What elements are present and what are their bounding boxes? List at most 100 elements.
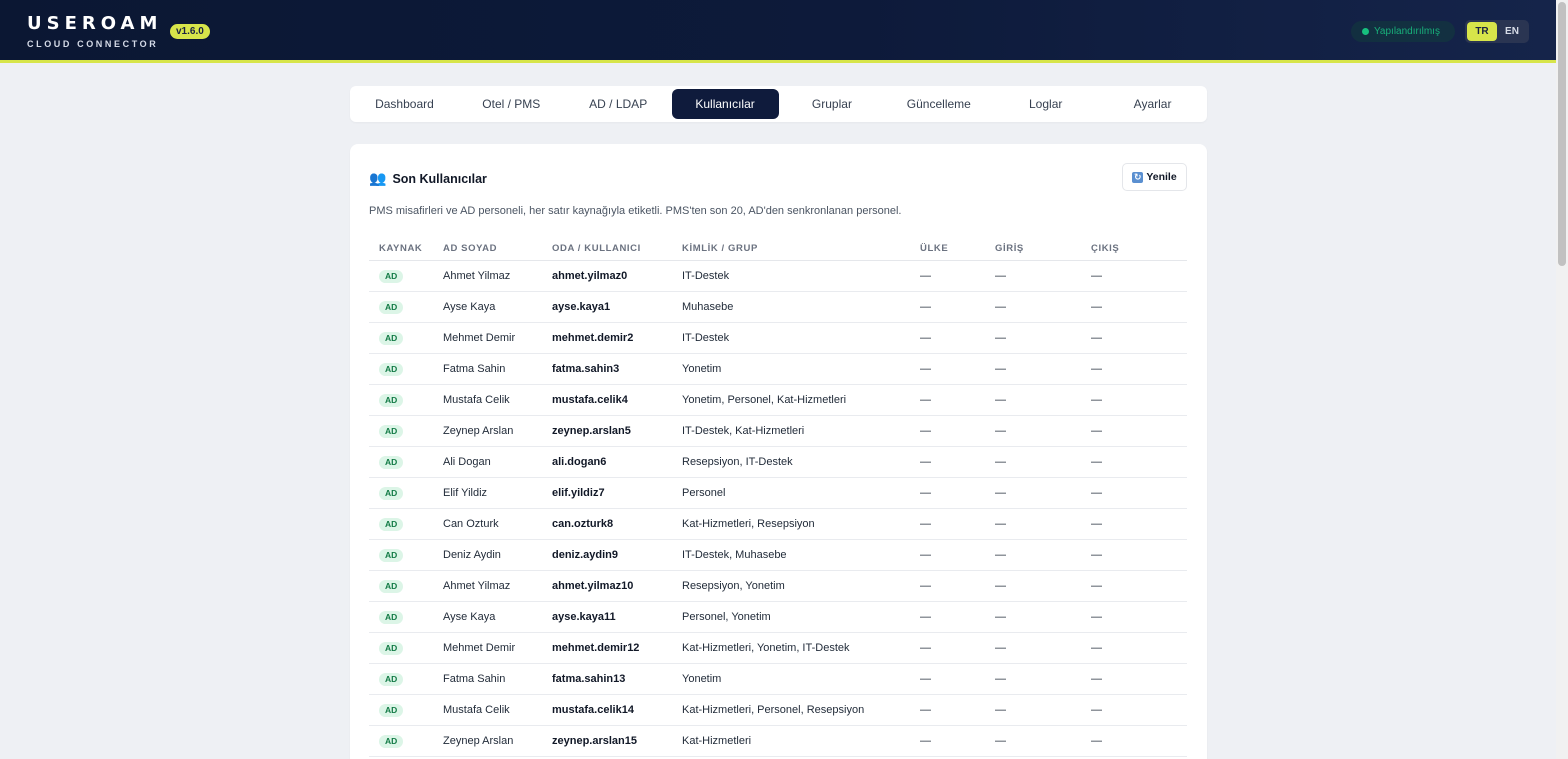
source-badge: AD bbox=[379, 672, 404, 686]
cell-oda-kullanici: mehmet.demir12 bbox=[552, 642, 640, 654]
cell-cikis: — bbox=[1091, 394, 1102, 406]
cell-oda-kullanici: ali.dogan6 bbox=[552, 456, 607, 468]
cell-cikis: — bbox=[1091, 363, 1102, 375]
tab-ad-ldap[interactable]: AD / LDAP bbox=[565, 89, 672, 119]
refresh-icon: ↻ bbox=[1132, 171, 1144, 183]
table-body: AD Ahmet Yilmaz ahmet.yilmaz0 IT-Destek — — — A… bbox=[369, 261, 1187, 757]
source-badge: AD bbox=[379, 486, 404, 500]
cell-ad-soyad: Ahmet Yilmaz bbox=[443, 270, 511, 282]
refresh-button[interactable]: ↻ Yenile bbox=[1122, 163, 1187, 191]
cell-cikis: — bbox=[1091, 270, 1102, 282]
cell-oda-kullanici: mustafa.celik4 bbox=[552, 394, 628, 406]
scrollbar-thumb[interactable] bbox=[1558, 2, 1566, 266]
cell-ulke: — bbox=[920, 487, 931, 499]
cell-kimlik-grup: Personel bbox=[682, 487, 726, 499]
table-row: AD Ahmet Yilmaz ahmet.yilmaz0 IT-Destek — — — bbox=[369, 261, 1187, 292]
main-tabs: Dashboard Otel / PMS AD / LDAP Kullanıcılar… bbox=[350, 86, 1207, 122]
cell-kaynak: AD bbox=[369, 393, 443, 407]
table-row: AD Ayse Kaya ayse.kaya11 Personel, Yonetim —… bbox=[369, 602, 1187, 633]
cell-kaynak: AD bbox=[369, 610, 443, 624]
table-row: AD Mehmet Demir mehmet.demir2 IT-Destek — — — bbox=[369, 323, 1187, 354]
cell-ad-soyad: Fatma Sahin bbox=[443, 363, 506, 375]
cell-kimlik-grup: Kat-Hizmetleri, Resepsiyon bbox=[682, 518, 815, 530]
app-logo: USEROAM CLOUD CONNECTOR bbox=[27, 13, 163, 50]
card-title: 👥 Son Kullanıcılar bbox=[369, 170, 487, 187]
column-header-oda-kullanici: ODA / KULLANICI bbox=[552, 242, 641, 254]
table-row: AD Deniz Aydin deniz.aydin9 IT-Destek, Muha… bbox=[369, 540, 1187, 571]
cell-ulke: — bbox=[920, 580, 931, 592]
cell-kimlik-grup: IT-Destek bbox=[682, 270, 730, 282]
source-badge: AD bbox=[379, 548, 404, 562]
cell-ulke: — bbox=[920, 425, 931, 437]
cell-kimlik-grup: Kat-Hizmetleri bbox=[682, 735, 752, 747]
cell-cikis: — bbox=[1091, 673, 1102, 685]
table-row: AD Mehmet Demir mehmet.demir12 Kat-Hizmetle… bbox=[369, 633, 1187, 664]
top-header: USEROAM CLOUD CONNECTOR v1.6.0 Yapılandı… bbox=[0, 0, 1556, 63]
cell-kaynak: AD bbox=[369, 300, 443, 314]
source-badge: AD bbox=[379, 393, 404, 407]
cell-ad-soyad: Ali Dogan bbox=[443, 456, 491, 468]
tab-guncelleme[interactable]: Güncelleme bbox=[885, 89, 992, 119]
cell-oda-kullanici: zeynep.arslan15 bbox=[552, 735, 637, 747]
cell-kaynak: AD bbox=[369, 517, 443, 531]
logo-wordmark: USEROAM bbox=[27, 13, 163, 34]
column-header-ulke: ÜLKE bbox=[920, 242, 949, 254]
cell-kimlik-grup: Resepsiyon, Yonetim bbox=[682, 580, 785, 592]
table-row: AD Mustafa Celik mustafa.celik14 Kat-Hizmet… bbox=[369, 695, 1187, 726]
cell-kaynak: AD bbox=[369, 734, 443, 748]
cell-ad-soyad: Mehmet Demir bbox=[443, 332, 516, 344]
cell-oda-kullanici: elif.yildiz7 bbox=[552, 487, 605, 499]
cell-giris: — bbox=[995, 270, 1006, 282]
cell-giris: — bbox=[995, 735, 1006, 747]
refresh-label: Yenile bbox=[1146, 171, 1177, 183]
users-icon: 👥 bbox=[369, 170, 387, 186]
cell-giris: — bbox=[995, 363, 1006, 375]
cell-kaynak: AD bbox=[369, 362, 443, 376]
cell-kimlik-grup: Yonetim, Personel, Kat-Hizmetleri bbox=[682, 394, 847, 406]
card-title-label: Son Kullanıcılar bbox=[392, 171, 487, 186]
logo-subtitle: CLOUD CONNECTOR bbox=[27, 39, 159, 49]
cell-ulke: — bbox=[920, 735, 931, 747]
cell-cikis: — bbox=[1091, 487, 1102, 499]
column-header-ad-soyad: AD SOYAD bbox=[443, 242, 498, 254]
cell-giris: — bbox=[995, 580, 1006, 592]
tab-otel-pms[interactable]: Otel / PMS bbox=[458, 89, 565, 119]
tab-dashboard[interactable]: Dashboard bbox=[351, 89, 458, 119]
cell-ad-soyad: Can Ozturk bbox=[443, 518, 499, 530]
cell-kimlik-grup: Kat-Hizmetleri, Personel, Resepsiyon bbox=[682, 704, 865, 716]
cell-ulke: — bbox=[920, 270, 931, 282]
table-row: AD Fatma Sahin fatma.sahin13 Yonetim — — — bbox=[369, 664, 1187, 695]
cell-kaynak: AD bbox=[369, 703, 443, 717]
table-row: AD Ali Dogan ali.dogan6 Resepsiyon, IT-Dest… bbox=[369, 447, 1187, 478]
status-label: Yapılandırılmış bbox=[1374, 26, 1440, 37]
cell-cikis: — bbox=[1091, 301, 1102, 313]
cell-oda-kullanici: ayse.kaya1 bbox=[552, 301, 611, 313]
lang-option-tr[interactable]: TR bbox=[1467, 22, 1497, 41]
tab-gruplar[interactable]: Gruplar bbox=[779, 89, 886, 119]
table-row: AD Ayse Kaya ayse.kaya1 Muhasebe — — — bbox=[369, 292, 1187, 323]
tab-loglar[interactable]: Loglar bbox=[992, 89, 1099, 119]
tab-ayarlar[interactable]: Ayarlar bbox=[1099, 89, 1206, 119]
cell-kimlik-grup: IT-Destek, Muhasebe bbox=[682, 549, 787, 561]
cell-ad-soyad: Fatma Sahin bbox=[443, 673, 506, 685]
table-row: AD Zeynep Arslan zeynep.arslan5 IT-Destek, … bbox=[369, 416, 1187, 447]
cell-giris: — bbox=[995, 456, 1006, 468]
cell-cikis: — bbox=[1091, 425, 1102, 437]
cell-ad-soyad: Deniz Aydin bbox=[443, 549, 501, 561]
source-badge: AD bbox=[379, 517, 404, 531]
cell-cikis: — bbox=[1091, 456, 1102, 468]
table-row: AD Fatma Sahin fatma.sahin3 Yonetim — — — bbox=[369, 354, 1187, 385]
cell-cikis: — bbox=[1091, 549, 1102, 561]
cell-ulke: — bbox=[920, 704, 931, 716]
cell-kimlik-grup: Kat-Hizmetleri, Yonetim, IT-Destek bbox=[682, 642, 850, 654]
cell-oda-kullanici: mehmet.demir2 bbox=[552, 332, 634, 344]
cell-ulke: — bbox=[920, 363, 931, 375]
lang-option-en[interactable]: EN bbox=[1497, 22, 1527, 41]
tab-kullanicilar[interactable]: Kullanıcılar bbox=[671, 89, 779, 119]
cell-oda-kullanici: ahmet.yilmaz10 bbox=[552, 580, 634, 592]
status-dot-icon bbox=[1362, 28, 1369, 35]
cell-kaynak: AD bbox=[369, 579, 443, 593]
cell-ad-soyad: Ayse Kaya bbox=[443, 301, 496, 313]
table-row: AD Can Ozturk can.ozturk8 Kat-Hizmetleri, R… bbox=[369, 509, 1187, 540]
page-scrollbar[interactable] bbox=[1556, 0, 1568, 759]
